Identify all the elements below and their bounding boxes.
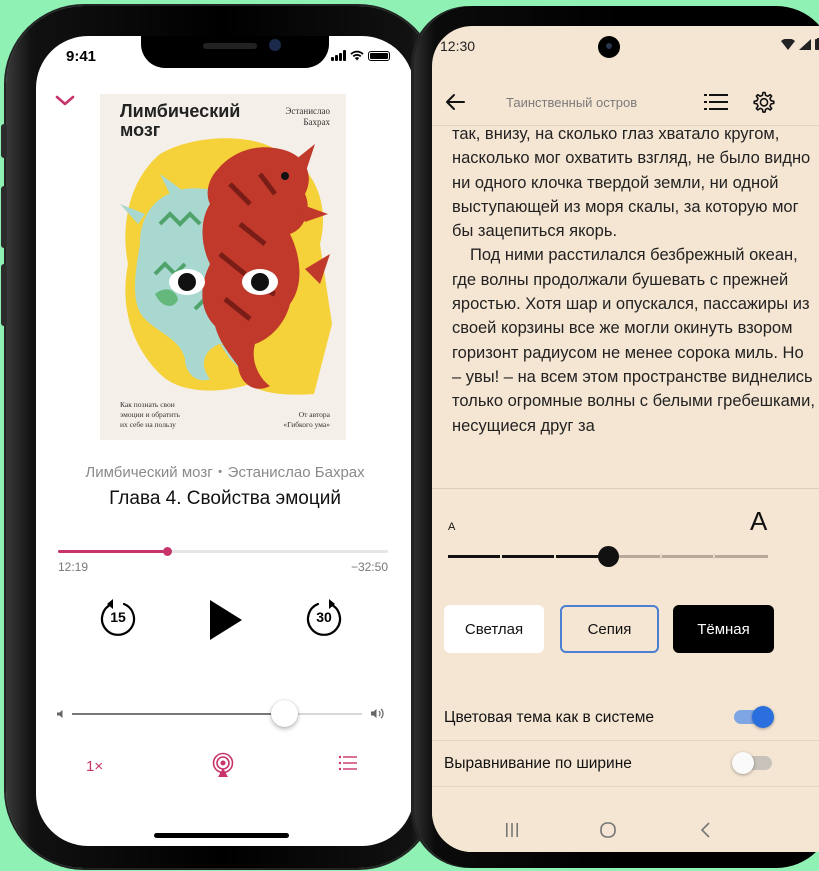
audio-player-screen: 9:41 Лимбический мозг Эстанислао Бахрах … [36,36,414,846]
theme-light-button[interactable]: Светлая [444,605,544,653]
android-navigation-bar [432,808,819,852]
skip-forward-button[interactable]: 30 [304,598,344,638]
notch [141,36,329,68]
volume-slider-fill [72,713,284,715]
iphone-device: 9:41 Лимбический мозг Эстанислао Бахрах … [1,6,436,868]
playback-progress-fill [58,550,167,553]
chapters-list-icon[interactable] [338,754,358,772]
skip-back-button[interactable]: 15 [98,598,138,638]
status-icons [781,38,819,50]
collapse-chevron-icon[interactable] [54,94,76,108]
font-size-small-label: A [448,521,456,533]
wifi-icon [350,50,364,61]
back-arrow-icon[interactable] [444,92,466,112]
status-time: 9:41 [66,48,97,65]
android-device: 12:30 Таинственный остров так, внизу, на… [414,6,819,868]
front-camera [269,39,281,51]
front-camera [598,36,620,58]
status-time: 12:30 [440,38,476,54]
status-icons [331,50,390,61]
font-size-tick [500,554,502,559]
justify-toggle[interactable] [732,752,772,774]
book-cover: Лимбический мозг Эстанислао Бахрах Как п… [100,94,346,440]
volume-down-button [1,264,7,326]
battery-icon [815,38,819,50]
text-paragraph: Под ними расстилался безбрежный океан, г… [452,246,815,435]
mute-switch [1,124,7,158]
font-size-large-label: A [750,506,768,536]
volume-high-icon [371,708,384,719]
playback-speed-button[interactable]: 1× [86,758,103,775]
reader-screen: 12:30 Таинственный остров так, внизу, на… [432,26,819,852]
signal-icon [331,50,346,61]
text-paragraph: насколько мог охватить взгляд, не было в… [452,149,811,241]
setting-label: Цветовая тема как в системе [444,709,655,726]
signal-icon [799,38,811,50]
back-icon[interactable] [694,820,718,840]
cover-title: Лимбический мозг [120,101,241,140]
chapter-title: Глава 4. Свойства эмоций [109,488,341,509]
font-size-tick [713,554,715,559]
setting-label: Выравнивание по ширине [444,755,632,772]
volume-slider[interactable] [72,700,362,727]
settings-gear-icon[interactable] [752,90,776,114]
book-title: Таинственный остров [506,95,638,110]
airplay-icon[interactable] [211,752,235,778]
home-icon[interactable] [596,820,620,840]
time-remaining: −32:50 [350,560,388,574]
reader-toolbar: Таинственный остров [432,78,819,126]
recent-apps-icon[interactable] [500,820,524,840]
play-button[interactable] [206,598,246,642]
setting-row-justify[interactable]: Выравнивание по ширине [432,741,819,787]
battery-icon [368,50,390,61]
font-size-slider-knob[interactable] [598,546,619,567]
playback-progress-bar[interactable] [58,547,388,556]
skip-forward-seconds: 30 [316,609,332,625]
volume-low-icon [57,710,63,718]
theme-sepia-button[interactable]: Сепия [560,605,659,653]
text-partial-line: так, внизу, на сколько глаз хватало круг… [452,126,780,143]
time-elapsed: 12:19 [58,560,89,574]
cover-author: Эстанислао Бахрах [285,106,330,127]
volume-slider-knob[interactable] [270,700,298,727]
table-of-contents-icon[interactable] [704,93,728,111]
book-title-author: Лимбический мозг・Эстанислао Бахрах [85,464,365,481]
cover-subtitle: Как познать свои эмоции и обратить их се… [120,400,180,429]
font-size-slider[interactable] [448,546,768,567]
setting-row-system-theme[interactable]: Цветовая тема как в системе [432,695,819,741]
font-size-tick [660,554,662,559]
cover-from-author: От автора «Гибкого ума» [283,410,330,429]
home-indicator[interactable] [154,833,289,838]
book-text: так, внизу, на сколько глаз хватало круг… [432,126,819,486]
reading-settings-panel: A A Светлая Сепия Тёмная Цветовая тема к… [432,488,819,852]
earpiece [203,43,257,49]
theme-dark-button[interactable]: Тёмная [673,605,774,653]
play-icon [210,600,242,640]
playback-progress-knob[interactable] [162,547,172,556]
font-size-tick [554,554,556,559]
wifi-icon [781,38,795,50]
cover-illustration [120,138,332,395]
skip-back-seconds: 15 [110,609,126,625]
volume-up-button [1,186,7,248]
font-size-slider-fill [448,555,608,558]
system-theme-toggle[interactable] [734,706,774,728]
